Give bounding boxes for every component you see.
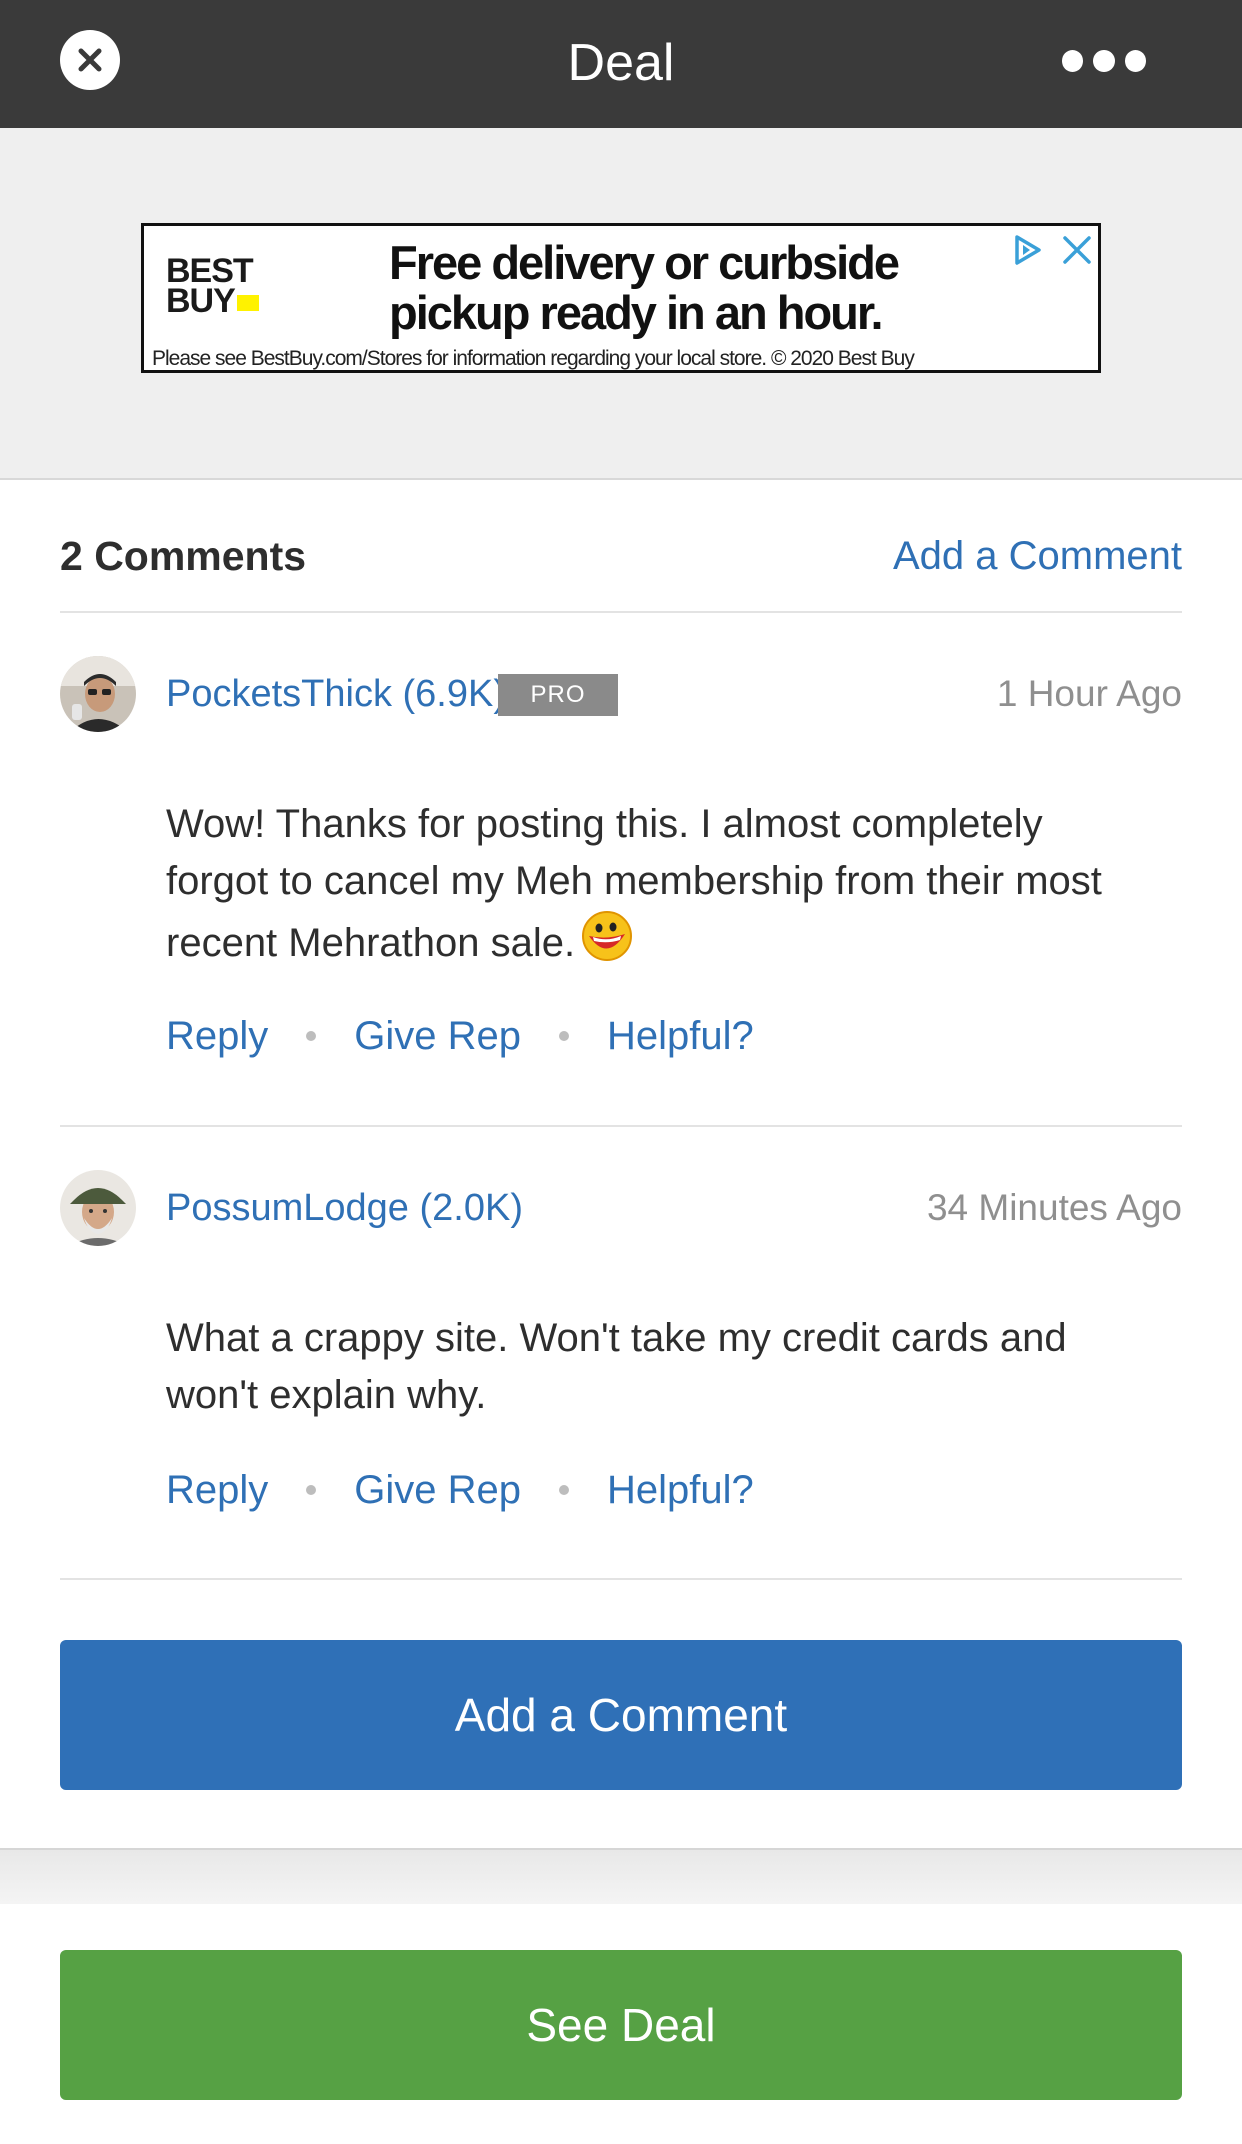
ad-fine-print: Please see BestBuy.com/Stores for inform… [152,347,915,370]
ad-area: BEST BUY Free delivery or curbside picku… [0,128,1242,480]
comment-item: PocketsThick (6.9K) PRO 1 Hour Ago Wow! … [60,656,1182,1096]
comment-actions: Reply Give Rep Helpful? [166,1462,754,1518]
divider [60,1578,1182,1580]
best-buy-logo: BEST BUY [166,254,276,318]
comments-count: 2 Comments [60,533,307,579]
helpful-button[interactable]: Helpful? [607,1008,754,1064]
helpful-button[interactable]: Helpful? [607,1462,754,1518]
ad-choices-icon[interactable] [1009,232,1045,268]
ad-banner[interactable]: BEST BUY Free delivery or curbside picku… [141,223,1101,373]
top-bar: Deal [0,0,1242,128]
bottom-bar: See Deal [0,1904,1242,2144]
comment-author[interactable]: PocketsThick (6.9K) [166,670,506,718]
comment-author[interactable]: PossumLodge (2.0K) [166,1184,523,1232]
comment-time: 34 Minutes Ago [926,1187,1182,1228]
pro-badge: PRO [498,674,618,716]
comment-body: Wow! Thanks for posting this. I almost c… [166,802,1102,965]
comment-item: PossumLodge (2.0K) 34 Minutes Ago What a… [60,1170,1182,1570]
avatar[interactable] [60,656,136,732]
comment-time: 1 Hour Ago [996,673,1182,714]
laughing-emoji-icon [582,911,633,961]
page-title: Deal [567,34,675,92]
section-separator [0,1848,1242,1904]
comments-header: 2 Comments Add a Comment [60,528,1182,584]
add-comment-button[interactable]: Add a Comment [60,1640,1182,1790]
comment-body: What a crappy site. Won't take my credit… [166,1316,1067,1417]
more-options-button[interactable] [1062,50,1146,74]
reply-button[interactable]: Reply [166,1008,268,1064]
divider [60,611,1182,613]
reply-button[interactable]: Reply [166,1462,268,1518]
ad-headline: Free delivery or curbside pickup ready i… [389,236,900,339]
avatar[interactable] [60,1170,136,1246]
ad-close-icon[interactable] [1059,232,1095,268]
comment-actions: Reply Give Rep Helpful? [166,1008,754,1064]
give-rep-button[interactable]: Give Rep [354,1462,521,1518]
divider [60,1125,1182,1127]
give-rep-button[interactable]: Give Rep [354,1008,521,1064]
see-deal-button[interactable]: See Deal [60,1950,1182,2100]
more-dots-icon [1062,50,1084,72]
add-comment-link[interactable]: Add a Comment [893,528,1182,584]
